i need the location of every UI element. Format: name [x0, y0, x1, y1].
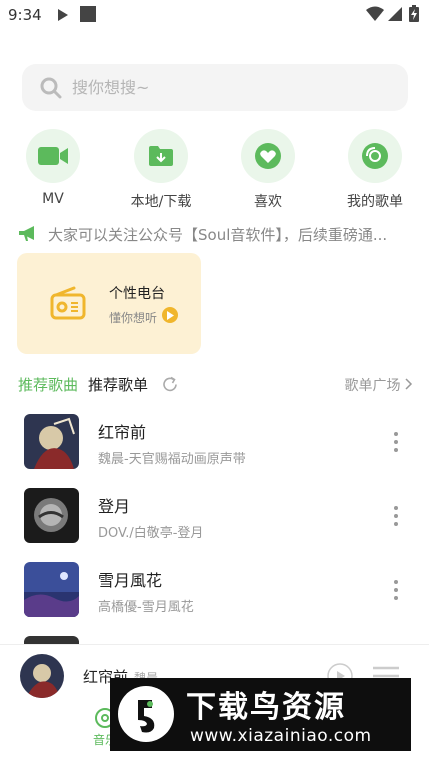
status-bar: 9:34 [0, 0, 429, 30]
folder-download-icon [149, 146, 173, 166]
song-row[interactable]: 红帘前 魏晨-天官赐福动画原声带 [24, 414, 414, 470]
song-row[interactable]: 雪月風花 高橋優-雪月風花 [24, 562, 414, 618]
quick-label-mv: MV [42, 191, 64, 207]
playlist-square-link[interactable]: 歌单广场 [345, 375, 413, 395]
mv-button[interactable] [26, 129, 80, 183]
song-title: 红帘前 [98, 423, 147, 442]
song-subtitle: 高橋優-雪月風花 [98, 600, 194, 615]
more-vertical-icon[interactable] [388, 504, 404, 528]
video-camera-icon [38, 147, 68, 165]
watermark-logo [118, 686, 174, 742]
search-input[interactable] [72, 78, 352, 97]
watermark-title: 下载鸟资源 [186, 690, 346, 725]
song-cover [24, 414, 79, 469]
quick-label-my-playlists: 我的歌单 [347, 194, 403, 210]
status-time: 9:34 [8, 6, 42, 24]
song-row[interactable]: 登月 DOV./白敬亭-登月 [24, 488, 414, 544]
tab-recommended-playlists[interactable]: 推荐歌单 [88, 374, 148, 395]
battery-charging-icon [409, 5, 419, 22]
more-vertical-icon[interactable] [388, 430, 404, 454]
watermark-overlay: 下载鸟资源 www.xiazainiao.com [110, 678, 411, 751]
wifi-icon [366, 6, 384, 21]
song-title: 雪月風花 [98, 571, 163, 590]
radio-title: 个性电台 [109, 286, 165, 302]
my-playlists-button[interactable] [348, 129, 402, 183]
quick-entry-favorites[interactable]: 喜欢 [223, 129, 313, 211]
watermark-url: www.xiazainiao.com [190, 726, 372, 746]
megaphone-icon [19, 226, 34, 241]
song-title: 登月 [98, 497, 131, 516]
media-play-icon [58, 9, 68, 21]
recommend-section-header: 推荐歌曲 推荐歌单 歌单广场 [18, 374, 413, 396]
quick-entry-local-download[interactable]: 本地/下载 [116, 129, 206, 211]
personal-radio-card[interactable]: 个性电台 懂你想听 [17, 253, 201, 354]
song-cover-partial [24, 636, 79, 644]
local-download-button[interactable] [134, 129, 188, 183]
media-stop-icon [80, 6, 96, 22]
play-icon [167, 310, 174, 320]
song-subtitle: 魏晨-天官赐福动画原声带 [98, 452, 246, 467]
radio-icon [50, 286, 86, 320]
radio-subtitle: 懂你想听 [109, 311, 158, 325]
heart-icon [255, 143, 281, 169]
quick-label-favorites: 喜欢 [254, 194, 282, 210]
notice-banner[interactable]: 大家可以关注公众号【Soul音软件】，后续重磅通... [18, 222, 418, 246]
search-icon [40, 77, 62, 98]
chevron-right-icon [405, 378, 413, 390]
tab-recommended-songs[interactable]: 推荐歌曲 [18, 374, 78, 395]
signal-icon [388, 7, 402, 21]
favorites-button[interactable] [241, 129, 295, 183]
more-vertical-icon[interactable] [388, 578, 404, 602]
refresh-icon[interactable] [162, 376, 179, 393]
quick-label-local-download: 本地/下载 [130, 194, 192, 210]
search-bar[interactable] [22, 64, 408, 111]
quick-entry-my-playlists[interactable]: 我的歌单 [330, 129, 420, 211]
playlist-square-label: 歌单广场 [344, 378, 401, 394]
notice-text: 大家可以关注公众号【Soul音软件】，后续重磅通... [48, 225, 388, 244]
quick-entry-mv[interactable]: MV [8, 129, 98, 207]
vinyl-disc-icon [362, 143, 388, 169]
now-playing-cover [20, 654, 64, 698]
radio-play-button[interactable] [162, 307, 178, 323]
song-cover [24, 562, 79, 617]
song-subtitle: DOV./白敬亭-登月 [98, 526, 204, 541]
song-cover [24, 488, 79, 543]
